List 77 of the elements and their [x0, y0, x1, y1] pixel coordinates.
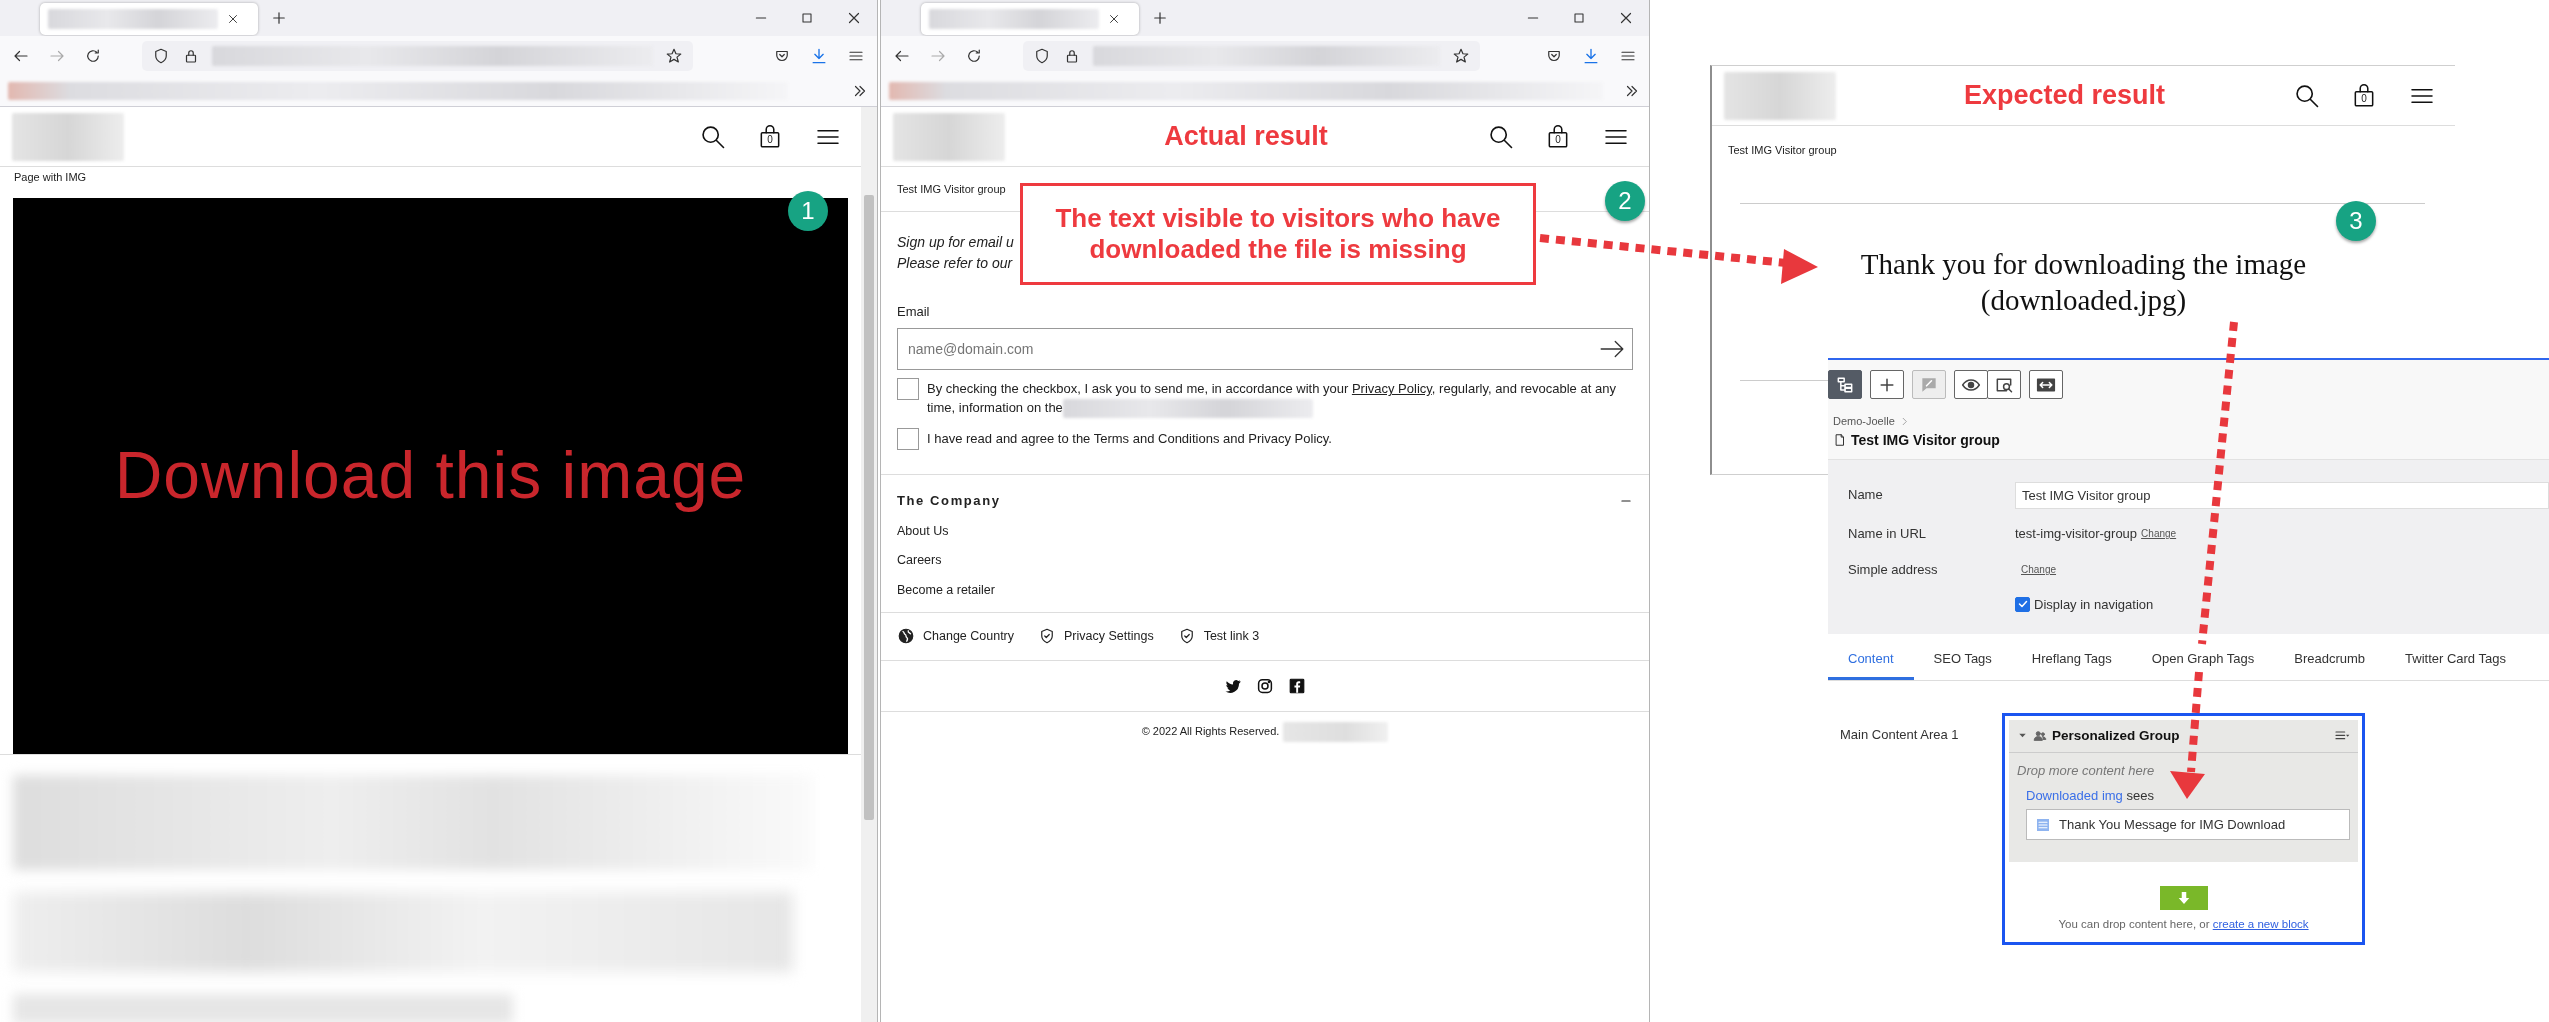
people-icon	[2033, 728, 2047, 743]
tab[interactable]: SEO Tags	[1913, 640, 2012, 680]
change-link[interactable]: Change	[2141, 526, 2177, 541]
preview-button[interactable]	[1987, 370, 2021, 399]
plus-button[interactable]	[1870, 370, 1904, 399]
breadcrumb: Test IMG Visitor group	[1727, 143, 1838, 158]
email-label: Email	[897, 302, 930, 321]
intro-text: Please refer to our	[897, 253, 1013, 273]
close-icon[interactable]	[1107, 12, 1121, 26]
reload-icon[interactable]	[84, 47, 102, 65]
copyright-text: © 2022 All Rights Reserved.	[1141, 724, 1280, 740]
scrollbar-thumb[interactable]	[864, 195, 874, 820]
url-name-text: test-img-visitor-group	[2015, 524, 2138, 543]
reload-icon[interactable]	[965, 47, 983, 65]
annotation-heading: Actual result	[1163, 120, 1329, 154]
instagram-icon[interactable]	[1256, 676, 1274, 695]
tab[interactable]: Open Graph Tags	[2131, 640, 2275, 680]
compare-button[interactable]	[2029, 370, 2063, 399]
audience-text: Downloaded img sees	[2025, 787, 2155, 806]
checkbox[interactable]	[897, 428, 919, 451]
tab[interactable]: Breadcrumb	[2274, 640, 2386, 680]
cart-count: 0	[767, 133, 773, 146]
annotation-callout: The text visible to visitors who have downloaded the file is missing	[1020, 183, 1536, 285]
footer-link[interactable]: Test link 3	[1203, 626, 1260, 646]
privacy-policy-link[interactable]: Privacy Policy	[1351, 381, 1432, 396]
page-icon	[1833, 433, 1847, 447]
tab[interactable]: Twitter Card Tags	[2385, 640, 2526, 680]
drop-hint: Drop more content here	[2016, 761, 2156, 780]
content-block[interactable]: Thank You Message for IMG Download	[2026, 808, 2350, 841]
new-tab-icon[interactable]	[1151, 9, 1169, 27]
page-title: Test IMG Visitor group	[1851, 430, 2000, 450]
image-text: Download this image	[114, 437, 747, 514]
create-block-link[interactable]: create a new block	[2212, 918, 2309, 931]
checkbox-label: Display in navigation	[2034, 595, 2154, 614]
intro-text: Sign up for email u	[897, 232, 1014, 252]
name-field[interactable]: Test IMG Visitor group	[2015, 481, 2549, 509]
cart-count: 0	[2361, 92, 2367, 105]
cart-count: 0	[1555, 133, 1561, 146]
new-tab-icon[interactable]	[270, 9, 288, 27]
scrollbar[interactable]	[861, 107, 877, 1022]
tab[interactable]: Content	[1828, 640, 1914, 680]
shield-icon	[152, 47, 170, 65]
field-label: Name	[1848, 486, 1884, 505]
change-link[interactable]: Change	[2021, 562, 2057, 577]
section-title: The Company	[897, 492, 1001, 511]
tab[interactable]: Hreflang Tags	[2011, 640, 2132, 680]
email-field[interactable]: name@domain.com	[897, 328, 1633, 370]
footer-link[interactable]: About Us	[897, 521, 949, 541]
footer-link[interactable]: Careers	[897, 551, 942, 571]
annotation-heading: Expected result	[1962, 79, 2167, 113]
page-label: Page with IMG	[13, 170, 88, 185]
close-icon[interactable]	[226, 12, 240, 26]
content-area-label: Main Content Area 1	[1840, 725, 1960, 744]
tree-button[interactable]	[1828, 370, 1862, 399]
star-icon[interactable]	[665, 47, 683, 65]
drop-hint-text: You can drop content here, or create a new block	[2057, 917, 2310, 933]
checkbox[interactable]	[897, 378, 919, 400]
star-icon[interactable]	[1452, 47, 1470, 65]
group-title: Personalized Group	[2052, 726, 2180, 745]
consent-text: By checking the checkbox, I ask you to send me, in accordance with your Privacy Policy, regularly, and revocable at any time, information on the	[927, 378, 1633, 419]
field-label: Simple address	[1848, 560, 1939, 579]
maximize-icon[interactable]	[799, 10, 815, 26]
field-label: Name in URL	[1848, 524, 1928, 543]
eye-button[interactable]	[1954, 370, 1988, 399]
globe-icon	[897, 627, 915, 646]
footer-link[interactable]: Become a retailer	[897, 581, 995, 600]
maximize-icon[interactable]	[1571, 10, 1587, 26]
block-icon	[2035, 816, 2051, 833]
footer-link[interactable]: Privacy Settings	[1064, 626, 1154, 646]
facebook-icon[interactable]	[1288, 676, 1306, 695]
audience-link[interactable]: Downloaded img	[2026, 788, 2123, 804]
footer-link[interactable]: Change Country	[923, 626, 1015, 646]
thank-you-message: Thank you for downloading the image (downloaded.jpg)	[1860, 246, 2307, 318]
consent-text: I have read and agree to the Terms and Conditions and Privacy Policy.	[927, 430, 1332, 449]
breadcrumb-link[interactable]: Demo-Joelle	[1833, 413, 1895, 430]
checkbox[interactable]	[2015, 596, 2030, 612]
shield-icon	[1033, 47, 1051, 65]
